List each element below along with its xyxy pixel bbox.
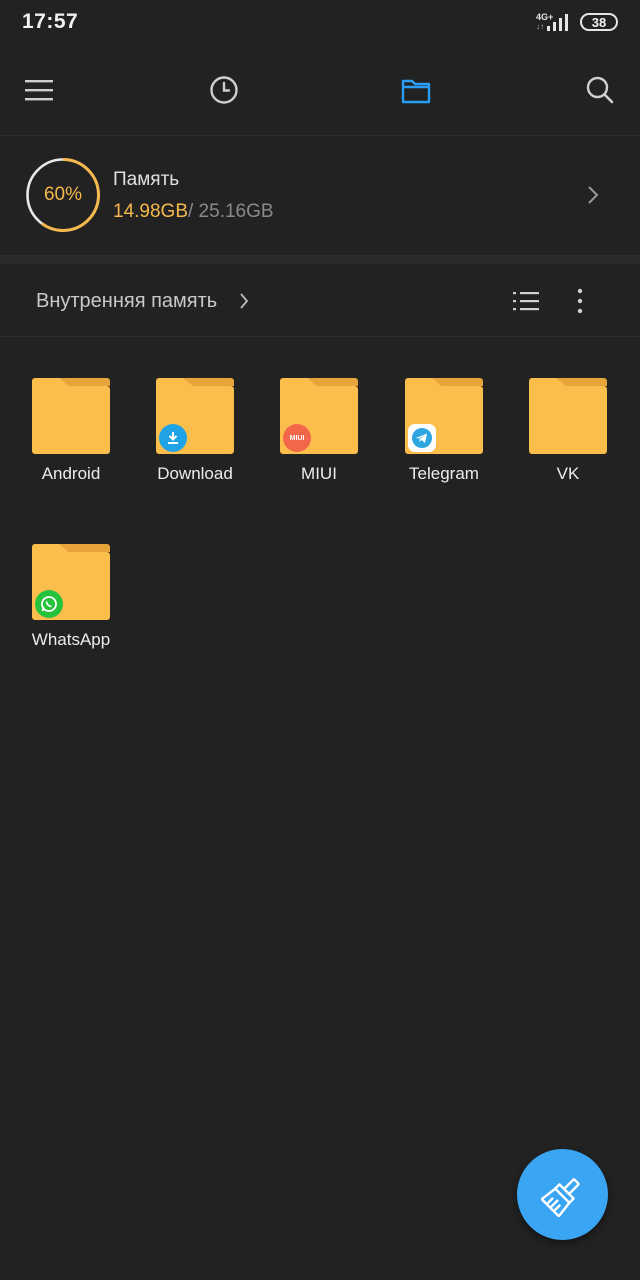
storage-title: Память bbox=[113, 169, 180, 190]
folder-name: MIUI bbox=[301, 464, 337, 483]
folder-name: Telegram bbox=[409, 464, 479, 483]
folder-item[interactable]: Download bbox=[140, 376, 250, 496]
clean-fab-button[interactable] bbox=[517, 1149, 608, 1240]
status-bar: 17:57 4G+ ↓↑ 38 bbox=[0, 0, 640, 44]
miui-icon: MIUI bbox=[283, 424, 311, 452]
files-tab[interactable] bbox=[396, 70, 436, 110]
breadcrumb[interactable]: Внутренняя память bbox=[36, 290, 217, 313]
miui-badge-text: MIUI bbox=[289, 434, 305, 442]
storage-total: / 25.16GB bbox=[188, 201, 274, 222]
chevron-right-icon bbox=[240, 293, 249, 309]
battery-indicator: 38 bbox=[580, 13, 618, 31]
brush-clean-icon bbox=[540, 1177, 580, 1217]
section-divider bbox=[0, 255, 640, 264]
signal-icon bbox=[547, 14, 568, 31]
folder-name: WhatsApp bbox=[31, 630, 111, 649]
folder-name: Download bbox=[157, 464, 233, 483]
folder-name: Android bbox=[41, 464, 101, 483]
more-vertical-icon bbox=[577, 288, 583, 314]
folder-item[interactable]: Telegram bbox=[389, 376, 499, 496]
search-button[interactable] bbox=[580, 70, 620, 110]
path-row: Внутренняя память bbox=[0, 264, 640, 337]
more-options-button[interactable] bbox=[566, 284, 594, 318]
search-icon bbox=[586, 76, 614, 104]
chevron-right-icon bbox=[588, 186, 599, 204]
clock-icon bbox=[210, 76, 238, 104]
folder-item[interactable]: Android bbox=[16, 376, 126, 496]
folder-item[interactable]: VK bbox=[513, 376, 623, 496]
folder-icon bbox=[529, 378, 607, 454]
storage-percent: 60% bbox=[43, 184, 83, 205]
top-toolbar bbox=[0, 44, 640, 136]
folder-icon bbox=[401, 79, 431, 104]
telegram-icon bbox=[408, 424, 436, 452]
battery-level: 38 bbox=[591, 14, 607, 30]
list-view-button[interactable] bbox=[510, 284, 542, 318]
storage-values: 14.98GB/ 25.16GB bbox=[113, 201, 274, 223]
status-time: 17:57 bbox=[22, 10, 79, 33]
folder-item[interactable]: WhatsApp bbox=[16, 542, 126, 662]
hamburger-menu-icon bbox=[25, 80, 53, 101]
network-activity: ↓↑ bbox=[536, 22, 544, 31]
menu-button[interactable] bbox=[19, 70, 59, 110]
folder-icon bbox=[32, 378, 110, 454]
folder-name: VK bbox=[556, 464, 580, 483]
list-icon bbox=[513, 292, 539, 311]
download-icon bbox=[159, 424, 187, 452]
recent-tab[interactable] bbox=[204, 70, 244, 110]
storage-card[interactable]: 60% Память 14.98GB/ 25.16GB bbox=[0, 137, 640, 255]
storage-used: 14.98GB bbox=[113, 201, 188, 222]
folder-item[interactable]: MIUI MIUI bbox=[264, 376, 374, 496]
whatsapp-icon bbox=[35, 590, 63, 618]
